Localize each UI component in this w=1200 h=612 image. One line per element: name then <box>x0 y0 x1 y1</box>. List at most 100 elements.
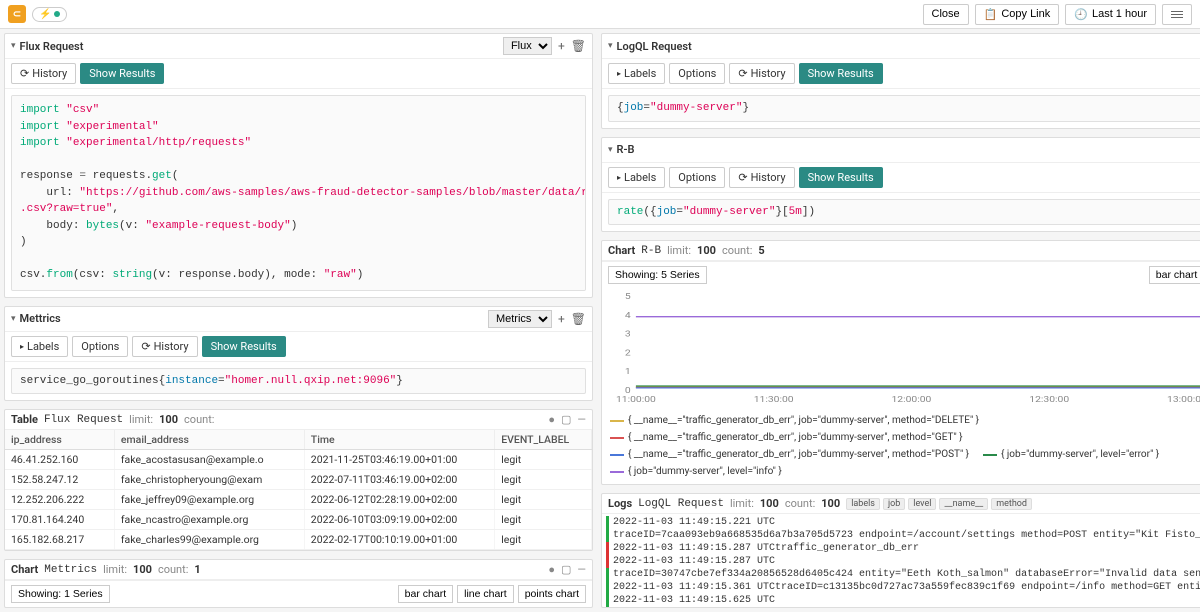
log-line[interactable]: 2022-11-03 11:49:15.287 UTCtraffic_gener… <box>606 542 1200 555</box>
show-results-tab[interactable]: Show Results <box>202 336 286 357</box>
dash-icon[interactable]: — <box>577 413 586 426</box>
chart-type-button[interactable]: line chart <box>457 585 514 603</box>
filter-badge[interactable]: method <box>991 498 1032 510</box>
close-button[interactable]: Close <box>923 4 969 25</box>
labels-tab[interactable]: ▸Labels <box>11 336 68 357</box>
filter-badge[interactable]: labels <box>846 498 880 510</box>
legend-item[interactable]: { job="dummy-server", level="error" } <box>983 447 1159 463</box>
lang-select[interactable]: Flux <box>503 37 552 55</box>
log-severity-bar <box>606 555 609 568</box>
col-header[interactable]: EVENT_LABEL <box>495 430 592 450</box>
legend-item[interactable]: { __name__="traffic_generator_db_err", j… <box>610 447 969 463</box>
delete-icon[interactable]: 🗑 <box>571 39 586 53</box>
logs-title-a: Logs <box>608 497 632 510</box>
panel-title: Flux Request <box>20 40 84 53</box>
logo: ⊂ <box>8 5 26 23</box>
add-icon[interactable]: + <box>558 312 565 326</box>
table-row[interactable]: 152.58.247.12fake_christopheryoung@exam2… <box>5 470 592 490</box>
log-line[interactable]: 2022-11-03 11:49:15.221 UTC <box>606 516 1200 529</box>
log-severity-bar <box>606 581 609 594</box>
log-line[interactable]: 2022-11-03 11:49:15.625 UTC <box>606 594 1200 607</box>
showing-series-chip[interactable]: Showing: 5 Series <box>608 266 707 284</box>
log-line[interactable]: traceID=7caa093eb9a668535d6a7b3a705d5723… <box>606 529 1200 542</box>
col-header[interactable]: email_address <box>114 430 304 450</box>
history-icon <box>738 171 747 184</box>
history-icon <box>20 67 29 80</box>
svg-text:12:30:00: 12:30:00 <box>1029 395 1069 404</box>
chart-rb-panel: Chart R-B limit: 100 count: 5 ● ▢ — Show… <box>601 240 1200 485</box>
lang-select[interactable]: Metrics <box>488 310 552 328</box>
chart-type-button[interactable]: bar chart <box>398 585 453 603</box>
delete-icon[interactable]: 🗑 <box>571 312 586 326</box>
add-icon[interactable]: + <box>558 39 565 53</box>
labels-tab[interactable]: ▸Labels <box>608 167 665 188</box>
limit-value: 100 <box>159 413 178 426</box>
log-severity-bar <box>606 529 609 542</box>
svg-text:2: 2 <box>625 348 631 358</box>
showing-series-chip[interactable]: Showing: 1 Series <box>11 585 110 603</box>
chart-metrics-panel: Chart Mettrics limit: 100 count: 1 ● ▢ —… <box>4 559 593 608</box>
metrics-query-input[interactable]: service_go_goroutines{instance="homer.nu… <box>11 368 586 395</box>
svg-text:11:30:00: 11:30:00 <box>754 395 794 404</box>
table-row[interactable]: 165.182.68.217fake_charles99@example.org… <box>5 530 592 550</box>
legend-item[interactable]: { __name__="traffic_generator_db_err", j… <box>610 430 963 446</box>
history-tab[interactable]: History <box>11 63 76 84</box>
time-range-button[interactable]: 🕘 Last 1 hour <box>1065 4 1156 25</box>
legend-item[interactable]: { job="dummy-server", level="info" } <box>610 464 782 480</box>
log-line[interactable]: 2022-11-03 11:49:15.361 UTCtraceID=c1313… <box>606 581 1200 594</box>
data-table: ip_addressemail_addressTimeEVENT_LABEL 4… <box>5 430 592 550</box>
collapse-icon[interactable]: ▾ <box>608 41 613 51</box>
copy-link-button[interactable]: 📋 Copy Link <box>975 4 1060 25</box>
chart-type-button[interactable]: points chart <box>518 585 586 603</box>
options-tab[interactable]: Options <box>669 63 725 84</box>
chart-svg: 01234511:00:0011:30:0012:00:0012:30:0013… <box>610 292 1200 404</box>
dash-icon[interactable]: — <box>577 563 586 576</box>
chart-area[interactable]: 01234511:00:0011:30:0012:00:0012:30:0013… <box>602 288 1200 408</box>
log-severity-bar <box>606 516 609 529</box>
filter-badge[interactable]: level <box>908 498 936 510</box>
table-row[interactable]: 46.41.252.160fake_acostasusan@example.o2… <box>5 450 592 470</box>
col-header[interactable]: Time <box>304 430 494 450</box>
filter-badge[interactable]: __name__ <box>939 498 988 510</box>
labels-tab[interactable]: ▸Labels <box>608 63 665 84</box>
connection-pill[interactable]: ⚡ <box>32 7 67 22</box>
options-tab[interactable]: Options <box>669 167 725 188</box>
labels-label: Labels <box>624 67 656 80</box>
show-results-tab[interactable]: Show Results <box>799 167 883 188</box>
collapse-icon[interactable]: ▾ <box>11 41 16 51</box>
log-line[interactable]: traceID=30747cbe7ef334a20856528d6405c424… <box>606 568 1200 581</box>
dot-icon[interactable]: ● <box>548 563 555 576</box>
history-label: History <box>154 340 189 353</box>
col-header[interactable]: ip_address <box>5 430 114 450</box>
chart-type-button[interactable]: bar chart <box>1149 266 1200 284</box>
log-line[interactable]: 2022-11-03 11:49:15.287 UTC <box>606 555 1200 568</box>
live-dot-icon <box>54 11 60 17</box>
count-label: count: <box>785 497 815 510</box>
logql-query-input[interactable]: {job="dummy-server"} <box>608 95 1200 122</box>
minimize-icon[interactable]: ▢ <box>561 413 571 426</box>
history-tab[interactable]: History <box>729 63 794 84</box>
filter-badge[interactable]: job <box>883 498 905 510</box>
table-title-b: Flux Request <box>44 414 123 426</box>
show-results-tab[interactable]: Show Results <box>799 63 883 84</box>
table-row[interactable]: 12.252.206.222fake_jeffrey09@example.org… <box>5 490 592 510</box>
show-results-tab[interactable]: Show Results <box>80 63 164 84</box>
legend-item[interactable]: { __name__="traffic_generator_db_err", j… <box>610 413 979 429</box>
table-flux-panel: Table Flux Request limit: 100 count: ● ▢… <box>4 409 593 551</box>
svg-text:13:00:00: 13:00:00 <box>1167 395 1200 404</box>
minimize-icon[interactable]: ▢ <box>561 563 571 576</box>
count-value: 1 <box>194 563 200 576</box>
dot-icon[interactable]: ● <box>548 413 555 426</box>
collapse-icon[interactable]: ▾ <box>11 314 16 324</box>
options-tab[interactable]: Options <box>72 336 128 357</box>
table-row[interactable]: 207.16.170.106fake_johnsonjason@example.… <box>5 550 592 551</box>
flux-code-editor[interactable]: import "csv" import "experimental" impor… <box>11 95 586 291</box>
history-tab[interactable]: History <box>729 167 794 188</box>
menu-button[interactable] <box>1162 4 1192 25</box>
history-tab[interactable]: History <box>132 336 197 357</box>
chart-title-b: R-B <box>641 245 661 257</box>
table-row[interactable]: 170.81.164.240fake_ncastro@example.org20… <box>5 510 592 530</box>
rb-query-input[interactable]: rate({job="dummy-server"}[5m]) <box>608 199 1200 226</box>
collapse-icon[interactable]: ▾ <box>608 145 613 155</box>
count-label: count: <box>184 413 214 426</box>
